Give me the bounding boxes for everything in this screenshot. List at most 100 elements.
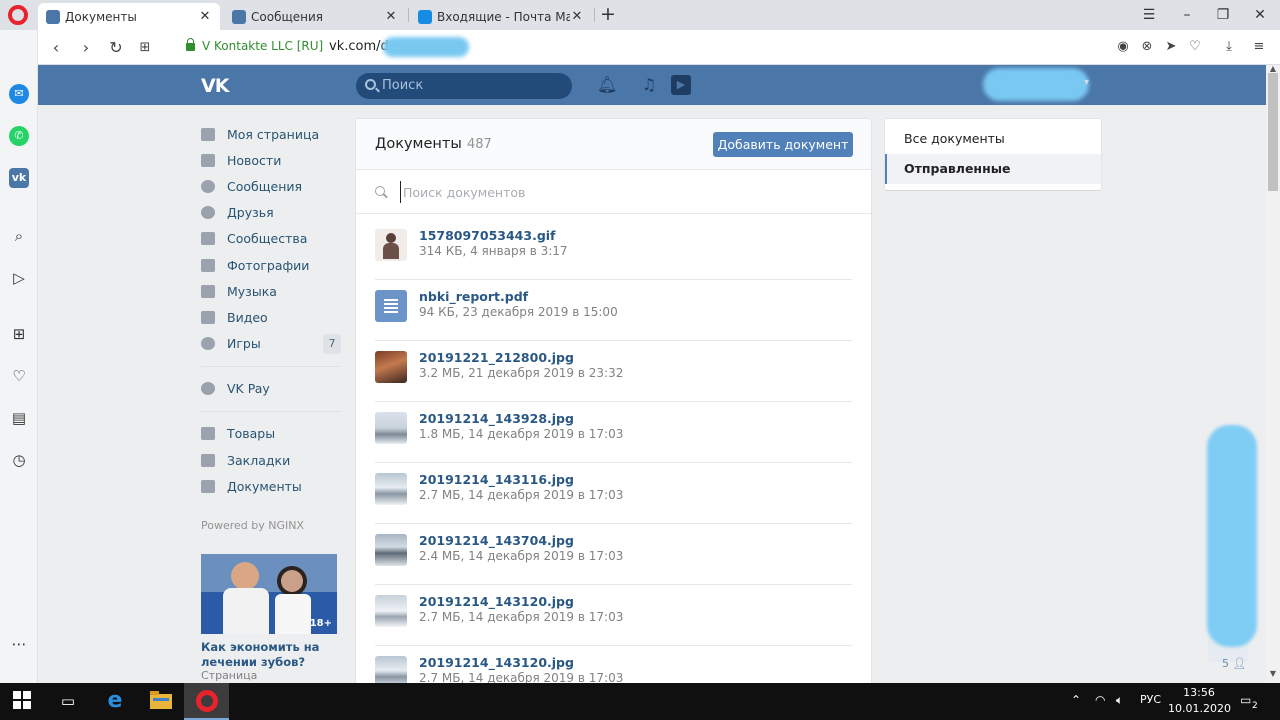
easy-setup-icon[interactable]: ≡ bbox=[1250, 38, 1268, 56]
document-thumbnail[interactable] bbox=[375, 290, 407, 322]
add-document-button[interactable]: Добавить документ bbox=[713, 132, 853, 157]
edge-icon[interactable]: e bbox=[105, 690, 125, 712]
document-icon bbox=[201, 479, 215, 493]
opera-logo-icon[interactable] bbox=[8, 5, 28, 25]
document-name-link[interactable]: 20191214_143120.jpg bbox=[419, 655, 574, 670]
speed-dial-icon[interactable]: ⊞ bbox=[9, 324, 29, 344]
document-thumbnail[interactable] bbox=[375, 534, 407, 566]
whatsapp-icon[interactable]: ✆ bbox=[9, 126, 29, 146]
scroll-thumb[interactable] bbox=[1268, 73, 1278, 191]
minimize-icon[interactable]: – bbox=[1175, 3, 1199, 27]
wifi-icon[interactable]: ◠ bbox=[1095, 693, 1105, 707]
nav-item-photos[interactable]: Фотографии bbox=[201, 252, 341, 278]
document-name-link[interactable]: 1578097053443.gif bbox=[419, 228, 556, 243]
nav-item-documents[interactable]: Документы bbox=[201, 473, 341, 499]
music-icon[interactable]: ♫ bbox=[639, 75, 659, 95]
document-thumbnail[interactable] bbox=[375, 473, 407, 505]
vk-logo[interactable]: VK bbox=[201, 75, 229, 97]
downloads-icon[interactable]: ⤓ bbox=[1220, 38, 1238, 56]
page-scrollbar[interactable]: ▲ ▼ bbox=[1266, 64, 1280, 683]
tab-title: Документы bbox=[65, 9, 137, 24]
document-row[interactable]: 20191214_143704.jpg 2.4 МБ, 14 декабря 20… bbox=[375, 524, 852, 585]
task-view-icon[interactable]: ▭ bbox=[58, 691, 78, 711]
snapshot-camera-icon[interactable]: ◉ bbox=[1114, 38, 1132, 56]
document-row[interactable]: 20191214_143120.jpg 2.7 МБ, 14 декабря 20… bbox=[375, 585, 852, 646]
tab-close-icon[interactable]: ✕ bbox=[198, 9, 212, 24]
filter-sent-documents[interactable]: Отправленные bbox=[885, 154, 1101, 184]
tab-messages[interactable]: Сообщения ✕ bbox=[224, 3, 406, 30]
document-row[interactable]: nbki_report.pdf 94 КБ, 23 декабря 2019 в … bbox=[375, 280, 852, 341]
document-thumbnail[interactable] bbox=[375, 412, 407, 444]
document-name-link[interactable]: 20191214_143116.jpg bbox=[419, 472, 574, 487]
video-play-icon[interactable]: ▶ bbox=[671, 75, 691, 95]
maximize-icon[interactable]: ❐ bbox=[1211, 3, 1235, 27]
language-indicator[interactable]: РУС bbox=[1140, 693, 1161, 706]
nav-item-goods[interactable]: Товары bbox=[201, 421, 341, 447]
scroll-up-icon[interactable]: ▲ bbox=[1269, 64, 1277, 73]
new-tab-plus-icon[interactable]: + bbox=[598, 4, 618, 24]
powered-by-text[interactable]: Powered by NGINX bbox=[201, 519, 304, 532]
nav-item-my-page[interactable]: Моя страница bbox=[201, 121, 341, 147]
close-window-icon[interactable]: ✕ bbox=[1248, 3, 1272, 27]
documents-search-input[interactable] bbox=[400, 181, 850, 203]
windows-start-icon[interactable] bbox=[13, 691, 33, 711]
history-clock-icon[interactable]: ◷ bbox=[9, 450, 29, 470]
bookmarks-heart-icon[interactable]: ♡ bbox=[9, 366, 29, 386]
send-icon[interactable]: ➤ bbox=[1162, 38, 1180, 56]
tab-mail[interactable]: Входящие - Почта Mail.ru ✕ bbox=[410, 3, 592, 30]
opera-icon[interactable] bbox=[196, 690, 218, 712]
tab-menu-icon[interactable]: ☰ bbox=[1137, 3, 1161, 27]
more-dots-icon[interactable]: ⋯ bbox=[9, 634, 29, 654]
document-name-link[interactable]: nbki_report.pdf bbox=[419, 289, 528, 304]
messenger-icon[interactable]: ✉ bbox=[9, 84, 29, 104]
nav-item-groups[interactable]: Сообщества bbox=[201, 226, 341, 252]
reload-icon[interactable]: ↻ bbox=[106, 38, 126, 58]
forward-icon[interactable]: › bbox=[76, 38, 96, 58]
documents-panel: Документы 487 Добавить документ 15780970… bbox=[356, 119, 871, 689]
notifications-icon[interactable]: ▭ bbox=[1240, 693, 1251, 707]
ad-title-link[interactable]: Как экономить на лечении зубов? bbox=[201, 640, 337, 670]
nav-item-vk-pay[interactable]: VK Pay bbox=[201, 376, 341, 402]
document-row[interactable]: 20191221_212800.jpg 3.2 МБ, 21 декабря 20… bbox=[375, 341, 852, 402]
news-icon[interactable]: ▤ bbox=[9, 408, 29, 428]
document-name-link[interactable]: 20191214_143704.jpg bbox=[419, 533, 574, 548]
tab-close-icon[interactable]: ✕ bbox=[384, 9, 398, 24]
volume-icon[interactable]: 🔈︎ bbox=[1116, 693, 1123, 708]
document-row[interactable]: 20191214_143116.jpg 2.7 МБ, 14 декабря 20… bbox=[375, 463, 852, 524]
document-row[interactable]: 1578097053443.gif 314 КБ, 4 января в 3:17 bbox=[375, 219, 852, 280]
document-name-link[interactable]: 20191214_143120.jpg bbox=[419, 594, 574, 609]
online-count[interactable]: 5 👤︎ bbox=[1222, 657, 1246, 670]
document-thumbnail[interactable] bbox=[375, 595, 407, 627]
vk-search-input[interactable]: Поиск bbox=[356, 73, 572, 99]
ad-image[interactable]: 18+ bbox=[201, 554, 337, 634]
filter-all-documents[interactable]: Все документы bbox=[885, 124, 1101, 154]
nav-item-messages[interactable]: Сообщения bbox=[201, 173, 341, 199]
document-name-link[interactable]: 20191221_212800.jpg bbox=[419, 350, 574, 365]
document-thumbnail[interactable] bbox=[375, 229, 407, 261]
chevron-down-icon[interactable]: ▾ bbox=[1084, 77, 1089, 88]
speed-dial-icon[interactable]: ⊞ bbox=[135, 38, 155, 58]
nav-item-bookmarks[interactable]: Закладки bbox=[201, 447, 341, 473]
back-icon[interactable]: ‹ bbox=[46, 38, 66, 58]
file-explorer-icon[interactable] bbox=[150, 691, 172, 711]
search-icon[interactable]: ⌕ bbox=[9, 226, 29, 246]
adblock-icon[interactable]: ⊗ bbox=[1138, 38, 1156, 56]
flow-send-icon[interactable]: ▷ bbox=[9, 268, 29, 288]
bell-icon[interactable]: 🔔︎ bbox=[597, 75, 617, 95]
document-row[interactable]: 20191214_143928.jpg 1.8 МБ, 14 декабря 20… bbox=[375, 402, 852, 463]
security-badge[interactable]: V Kontakte LLC [RU] bbox=[186, 38, 323, 53]
document-name-link[interactable]: 20191214_143928.jpg bbox=[419, 411, 574, 426]
clock[interactable]: 13:56 10.01.2020 bbox=[1168, 685, 1231, 717]
nav-item-games[interactable]: Игры 7 bbox=[201, 331, 341, 357]
nav-item-music[interactable]: Музыка bbox=[201, 278, 341, 304]
nav-item-friends[interactable]: Друзья bbox=[201, 200, 341, 226]
vk-messenger-icon[interactable]: vk bbox=[9, 168, 29, 188]
nav-item-news[interactable]: Новости bbox=[201, 147, 341, 173]
tab-documents[interactable]: Документы ✕ bbox=[38, 3, 220, 30]
nav-item-video[interactable]: Видео bbox=[201, 304, 341, 330]
tab-close-icon[interactable]: ✕ bbox=[570, 9, 584, 24]
tray-chevron-up-icon[interactable]: ⌃ bbox=[1071, 693, 1081, 707]
scroll-down-icon[interactable]: ▼ bbox=[1269, 669, 1277, 678]
document-thumbnail[interactable] bbox=[375, 351, 407, 383]
bookmark-heart-icon[interactable]: ♡ bbox=[1186, 38, 1204, 56]
